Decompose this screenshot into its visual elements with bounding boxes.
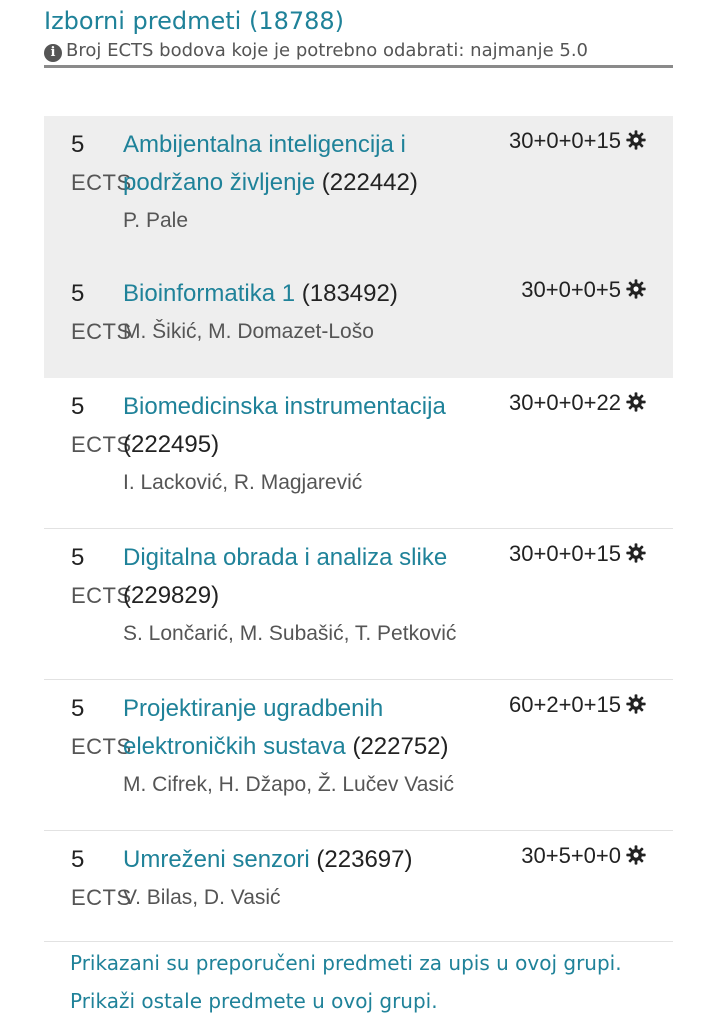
course-link[interactable]: Digitalna obrada i analiza slike xyxy=(123,544,447,571)
course-hours: 60+2+0+15 xyxy=(509,690,647,720)
course-code: (223697) xyxy=(316,846,413,873)
course-lecturers: V. Bilas, D. Vasić xyxy=(123,886,281,909)
course-lecturers: M. Šikić, M. Domazet-Lošo xyxy=(123,320,374,343)
group-header: Izborni predmeti (18788) i Broj ECTS bodo… xyxy=(44,0,673,68)
gear-icon[interactable] xyxy=(625,391,647,413)
course-info: Projektiranje ugradbenih elektroničkih s… xyxy=(123,690,513,804)
course-info: Ambijentalna inteligencija i podržano ži… xyxy=(123,126,483,240)
course-lecturers: P. Pale xyxy=(123,209,188,232)
course-code: (229829) xyxy=(123,582,220,609)
course-info: Digitalna obrada i analiza slike (229829… xyxy=(123,539,457,653)
course-row: 5 ECTS Bioinformatika 1 (183492) M. Šikić… xyxy=(44,265,673,378)
course-info: Biomedicinska instrumentacija (222495) I… xyxy=(123,388,463,502)
course-hours: 30+5+0+0 xyxy=(521,841,647,871)
course-link[interactable]: Bioinformatika 1 xyxy=(123,280,295,307)
course-code: (183492) xyxy=(301,280,398,307)
ects-requirement-text: Broj ECTS bodova koje je potrebno odabra… xyxy=(66,40,588,61)
course-hours: 30+0+0+15 xyxy=(509,539,647,569)
course-row: 5 ECTS Umreženi senzori (223697) V. Bilas… xyxy=(44,831,673,942)
gear-icon[interactable] xyxy=(625,278,647,300)
gear-icon[interactable] xyxy=(625,542,647,564)
course-lecturers: I. Lacković, R. Magjarević xyxy=(123,471,363,494)
course-lecturers: M. Cifrek, H. Džapo, Ž. Lučev Vasić xyxy=(123,773,455,796)
info-circle-icon: i xyxy=(44,44,62,62)
course-info: Umreženi senzori (223697) V. Bilas, D. V… xyxy=(123,841,483,917)
course-link[interactable]: Biomedicinska instrumentacija xyxy=(123,393,446,420)
show-other-courses-link[interactable]: Prikazani su preporučeni predmeti za upi… xyxy=(70,944,630,1020)
course-code: (222752) xyxy=(352,733,449,760)
gear-icon[interactable] xyxy=(625,693,647,715)
course-link[interactable]: Projektiranje ugradbenih elektroničkih s… xyxy=(123,695,383,760)
course-list: 5 ECTS Ambijentalna inteligencija i podrž… xyxy=(44,116,673,942)
course-row: 5 ECTS Biomedicinska instrumentacija (222… xyxy=(44,378,673,529)
course-link[interactable]: Umreženi senzori xyxy=(123,846,310,873)
course-info: Bioinformatika 1 (183492) M. Šikić, M. D… xyxy=(123,275,483,351)
footer-divider xyxy=(44,941,673,942)
course-code: (222495) xyxy=(123,431,220,458)
group-title: Izborni predmeti (18788) xyxy=(44,7,345,35)
course-code: (222442) xyxy=(321,169,418,196)
gear-icon[interactable] xyxy=(625,129,647,151)
course-row: 5 ECTS Projektiranje ugradbenih elektroni… xyxy=(44,680,673,831)
course-lecturers: S. Lončarić, M. Subašić, T. Petković xyxy=(123,622,457,645)
course-hours: 30+0+0+15 xyxy=(509,126,647,156)
course-hours: 30+0+0+5 xyxy=(521,275,647,305)
gear-icon[interactable] xyxy=(625,844,647,866)
course-hours: 30+0+0+22 xyxy=(509,388,647,418)
ects-requirement-note: i Broj ECTS bodova koje je potrebno odabr… xyxy=(44,39,673,68)
course-row: 5 ECTS Ambijentalna inteligencija i podrž… xyxy=(44,116,673,265)
course-row: 5 ECTS Digitalna obrada i analiza slike (… xyxy=(44,529,673,680)
